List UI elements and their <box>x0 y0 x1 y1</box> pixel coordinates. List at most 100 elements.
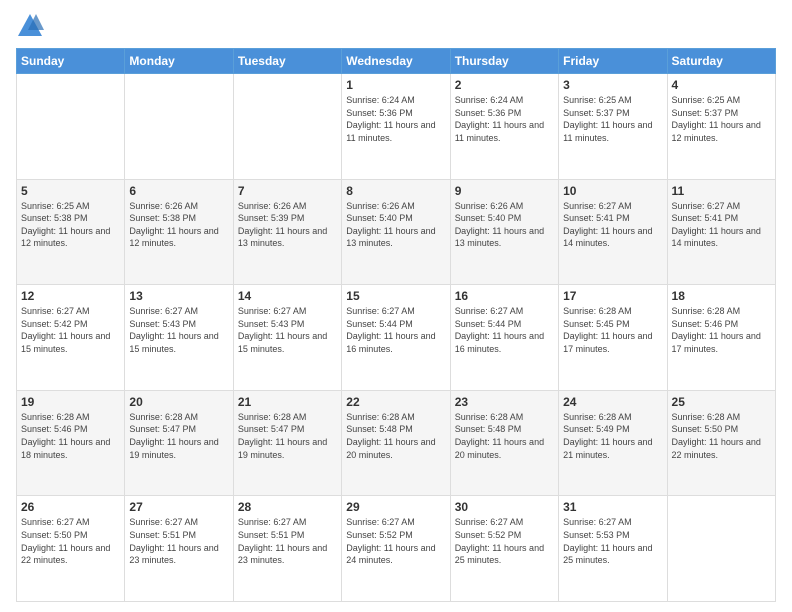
day-number: 12 <box>21 289 120 303</box>
day-info: Sunrise: 6:27 AM Sunset: 5:52 PM Dayligh… <box>346 516 445 566</box>
calendar-cell: 4 Sunrise: 6:25 AM Sunset: 5:37 PM Daylig… <box>667 74 775 180</box>
day-info: Sunrise: 6:25 AM Sunset: 5:38 PM Dayligh… <box>21 200 120 250</box>
day-number: 2 <box>455 78 554 92</box>
calendar-cell: 17 Sunrise: 6:28 AM Sunset: 5:45 PM Dayli… <box>559 285 667 391</box>
calendar-cell: 23Sunrise: 6:28 AM Sunset: 5:48 PM Dayli… <box>450 390 558 496</box>
calendar-cell: 1Sunrise: 6:24 AM Sunset: 5:36 PM Daylig… <box>342 74 450 180</box>
day-number: 19 <box>21 395 120 409</box>
day-info: Sunrise: 6:26 AM Sunset: 5:40 PM Dayligh… <box>455 200 554 250</box>
calendar-week-row: 12 Sunrise: 6:27 AM Sunset: 5:42 PM Dayli… <box>17 285 776 391</box>
calendar-cell: 5Sunrise: 6:25 AM Sunset: 5:38 PM Daylig… <box>17 179 125 285</box>
calendar-cell: 30Sunrise: 6:27 AM Sunset: 5:52 PM Dayli… <box>450 496 558 602</box>
calendar-cell: 10 Sunrise: 6:27 AM Sunset: 5:41 PM Dayli… <box>559 179 667 285</box>
weekday-header: Thursday <box>450 49 558 74</box>
day-info: Sunrise: 6:28 AM Sunset: 5:48 PM Dayligh… <box>346 411 445 461</box>
calendar-cell: 15Sunrise: 6:27 AM Sunset: 5:44 PM Dayli… <box>342 285 450 391</box>
day-number: 16 <box>455 289 554 303</box>
calendar-week-row: 19Sunrise: 6:28 AM Sunset: 5:46 PM Dayli… <box>17 390 776 496</box>
day-number: 23 <box>455 395 554 409</box>
calendar-cell: 9 Sunrise: 6:26 AM Sunset: 5:40 PM Daylig… <box>450 179 558 285</box>
day-info: Sunrise: 6:27 AM Sunset: 5:53 PM Dayligh… <box>563 516 662 566</box>
day-info: Sunrise: 6:28 AM Sunset: 5:45 PM Dayligh… <box>563 305 662 355</box>
day-info: Sunrise: 6:24 AM Sunset: 5:36 PM Dayligh… <box>346 94 445 144</box>
day-info: Sunrise: 6:27 AM Sunset: 5:41 PM Dayligh… <box>563 200 662 250</box>
day-number: 26 <box>21 500 120 514</box>
day-info: Sunrise: 6:27 AM Sunset: 5:43 PM Dayligh… <box>238 305 337 355</box>
day-number: 6 <box>129 184 228 198</box>
day-number: 3 <box>563 78 662 92</box>
day-info: Sunrise: 6:26 AM Sunset: 5:38 PM Dayligh… <box>129 200 228 250</box>
calendar-week-row: 5Sunrise: 6:25 AM Sunset: 5:38 PM Daylig… <box>17 179 776 285</box>
day-info: Sunrise: 6:28 AM Sunset: 5:49 PM Dayligh… <box>563 411 662 461</box>
day-number: 21 <box>238 395 337 409</box>
calendar-cell: 2Sunrise: 6:24 AM Sunset: 5:36 PM Daylig… <box>450 74 558 180</box>
day-info: Sunrise: 6:27 AM Sunset: 5:44 PM Dayligh… <box>455 305 554 355</box>
calendar-cell: 6 Sunrise: 6:26 AM Sunset: 5:38 PM Daylig… <box>125 179 233 285</box>
calendar-cell: 25 Sunrise: 6:28 AM Sunset: 5:50 PM Dayli… <box>667 390 775 496</box>
calendar-cell: 26 Sunrise: 6:27 AM Sunset: 5:50 PM Dayli… <box>17 496 125 602</box>
logo-icon <box>16 12 44 40</box>
day-info: Sunrise: 6:27 AM Sunset: 5:51 PM Dayligh… <box>129 516 228 566</box>
day-number: 17 <box>563 289 662 303</box>
day-info: Sunrise: 6:25 AM Sunset: 5:37 PM Dayligh… <box>563 94 662 144</box>
day-number: 15 <box>346 289 445 303</box>
day-number: 7 <box>238 184 337 198</box>
day-info: Sunrise: 6:28 AM Sunset: 5:50 PM Dayligh… <box>672 411 771 461</box>
day-number: 14 <box>238 289 337 303</box>
calendar-cell: 3 Sunrise: 6:25 AM Sunset: 5:37 PM Daylig… <box>559 74 667 180</box>
weekday-header: Saturday <box>667 49 775 74</box>
day-number: 13 <box>129 289 228 303</box>
calendar-cell: 11Sunrise: 6:27 AM Sunset: 5:41 PM Dayli… <box>667 179 775 285</box>
day-info: Sunrise: 6:27 AM Sunset: 5:50 PM Dayligh… <box>21 516 120 566</box>
calendar-cell: 16 Sunrise: 6:27 AM Sunset: 5:44 PM Dayli… <box>450 285 558 391</box>
day-number: 10 <box>563 184 662 198</box>
calendar-cell: 29 Sunrise: 6:27 AM Sunset: 5:52 PM Dayli… <box>342 496 450 602</box>
weekday-header: Friday <box>559 49 667 74</box>
calendar-body: 1Sunrise: 6:24 AM Sunset: 5:36 PM Daylig… <box>17 74 776 602</box>
calendar-cell: 31 Sunrise: 6:27 AM Sunset: 5:53 PM Dayli… <box>559 496 667 602</box>
calendar-cell: 28Sunrise: 6:27 AM Sunset: 5:51 PM Dayli… <box>233 496 341 602</box>
page: SundayMondayTuesdayWednesdayThursdayFrid… <box>0 0 792 612</box>
weekday-header: Tuesday <box>233 49 341 74</box>
day-info: Sunrise: 6:27 AM Sunset: 5:42 PM Dayligh… <box>21 305 120 355</box>
day-number: 25 <box>672 395 771 409</box>
day-number: 27 <box>129 500 228 514</box>
calendar-cell: 22 Sunrise: 6:28 AM Sunset: 5:48 PM Dayli… <box>342 390 450 496</box>
day-info: Sunrise: 6:26 AM Sunset: 5:40 PM Dayligh… <box>346 200 445 250</box>
calendar-cell: 19Sunrise: 6:28 AM Sunset: 5:46 PM Dayli… <box>17 390 125 496</box>
calendar-cell <box>17 74 125 180</box>
day-number: 8 <box>346 184 445 198</box>
day-number: 20 <box>129 395 228 409</box>
day-info: Sunrise: 6:28 AM Sunset: 5:46 PM Dayligh… <box>672 305 771 355</box>
day-number: 18 <box>672 289 771 303</box>
day-info: Sunrise: 6:27 AM Sunset: 5:43 PM Dayligh… <box>129 305 228 355</box>
day-info: Sunrise: 6:25 AM Sunset: 5:37 PM Dayligh… <box>672 94 771 144</box>
calendar-cell: 20 Sunrise: 6:28 AM Sunset: 5:47 PM Dayli… <box>125 390 233 496</box>
calendar-week-row: 1Sunrise: 6:24 AM Sunset: 5:36 PM Daylig… <box>17 74 776 180</box>
day-info: Sunrise: 6:27 AM Sunset: 5:52 PM Dayligh… <box>455 516 554 566</box>
day-number: 28 <box>238 500 337 514</box>
calendar-cell: 7 Sunrise: 6:26 AM Sunset: 5:39 PM Daylig… <box>233 179 341 285</box>
day-info: Sunrise: 6:28 AM Sunset: 5:47 PM Dayligh… <box>238 411 337 461</box>
day-number: 24 <box>563 395 662 409</box>
day-number: 4 <box>672 78 771 92</box>
header <box>16 12 776 40</box>
calendar-cell: 27 Sunrise: 6:27 AM Sunset: 5:51 PM Dayli… <box>125 496 233 602</box>
day-info: Sunrise: 6:28 AM Sunset: 5:47 PM Dayligh… <box>129 411 228 461</box>
day-number: 29 <box>346 500 445 514</box>
day-info: Sunrise: 6:27 AM Sunset: 5:41 PM Dayligh… <box>672 200 771 250</box>
calendar-cell: 12 Sunrise: 6:27 AM Sunset: 5:42 PM Dayli… <box>17 285 125 391</box>
calendar-cell <box>233 74 341 180</box>
calendar-cell: 13 Sunrise: 6:27 AM Sunset: 5:43 PM Dayli… <box>125 285 233 391</box>
day-number: 9 <box>455 184 554 198</box>
calendar-cell <box>667 496 775 602</box>
calendar-cell: 18 Sunrise: 6:28 AM Sunset: 5:46 PM Dayli… <box>667 285 775 391</box>
calendar-table: SundayMondayTuesdayWednesdayThursdayFrid… <box>16 48 776 602</box>
calendar-cell: 24 Sunrise: 6:28 AM Sunset: 5:49 PM Dayli… <box>559 390 667 496</box>
calendar-cell: 14 Sunrise: 6:27 AM Sunset: 5:43 PM Dayli… <box>233 285 341 391</box>
day-info: Sunrise: 6:26 AM Sunset: 5:39 PM Dayligh… <box>238 200 337 250</box>
day-number: 22 <box>346 395 445 409</box>
calendar-cell: 21 Sunrise: 6:28 AM Sunset: 5:47 PM Dayli… <box>233 390 341 496</box>
calendar-cell <box>125 74 233 180</box>
day-number: 31 <box>563 500 662 514</box>
